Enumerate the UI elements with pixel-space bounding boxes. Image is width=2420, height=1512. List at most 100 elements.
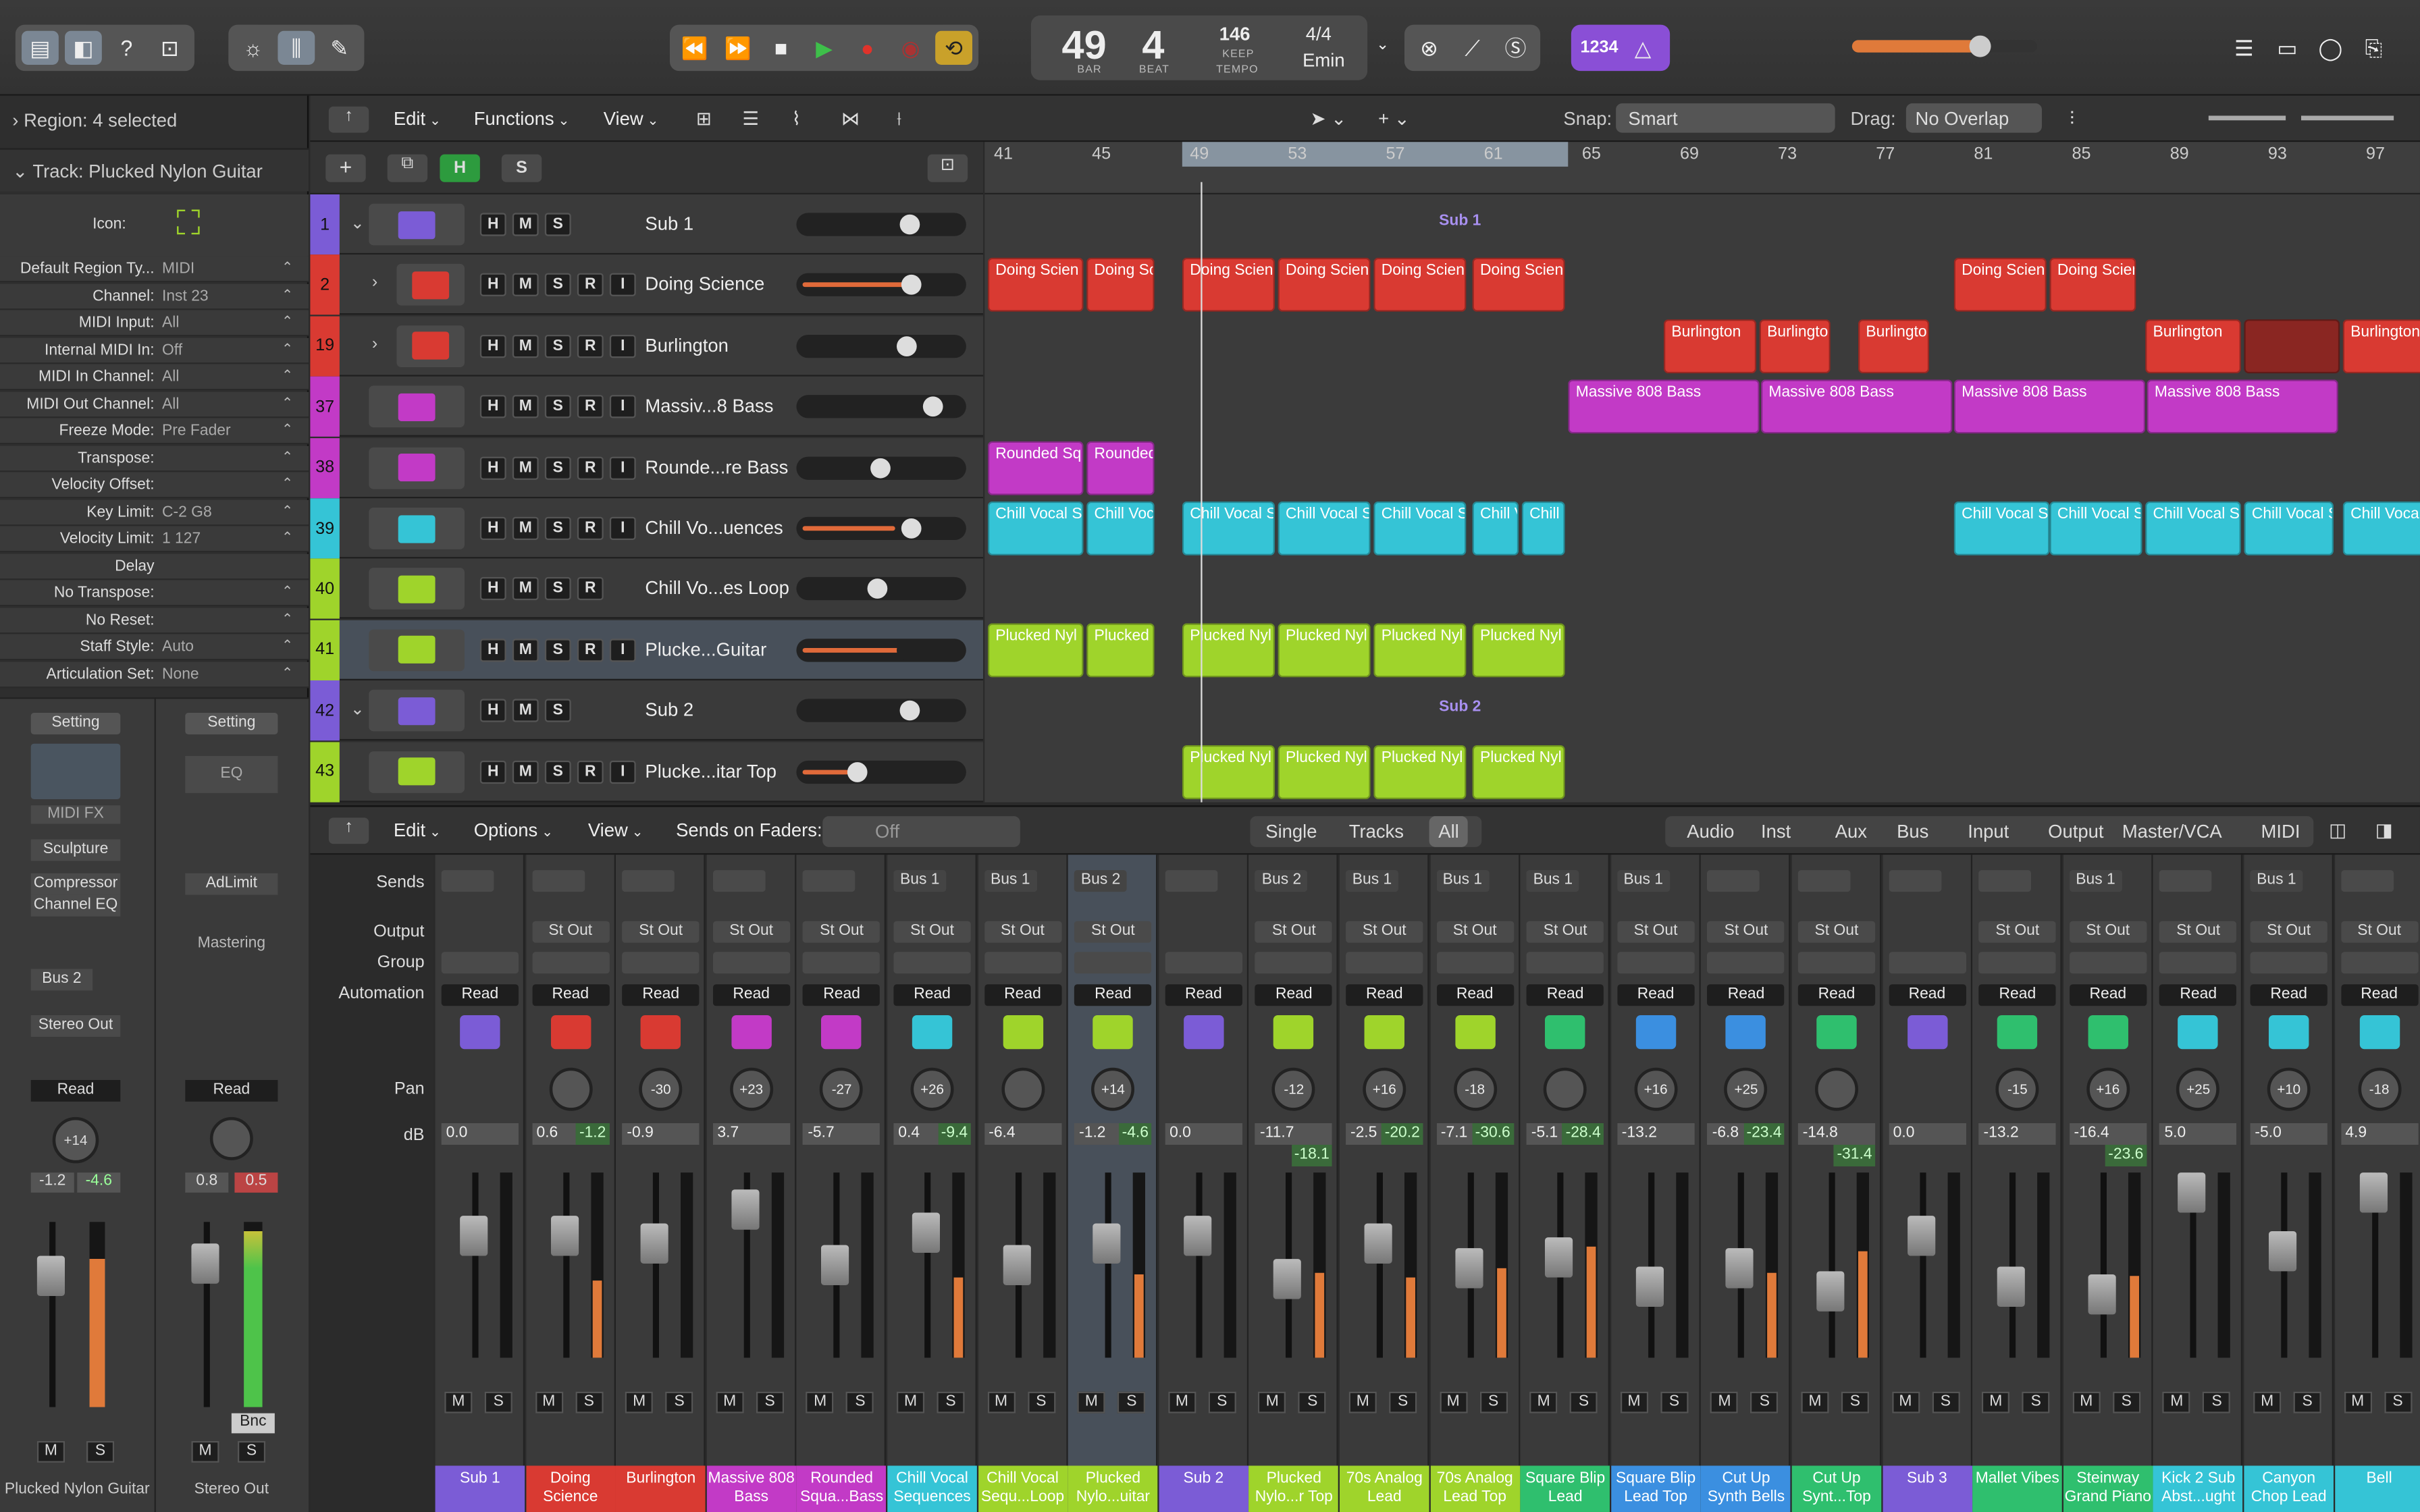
waveform-zoom-icon[interactable]: ⫶: [2070, 108, 2074, 131]
channel-icon[interactable]: [1365, 1015, 1404, 1049]
region[interactable]: Plucked Nyl: [1473, 745, 1565, 799]
group-slot[interactable]: [1798, 952, 1875, 973]
channel-eq-slot[interactable]: Channel EQ: [31, 895, 121, 917]
track-h-button[interactable]: H: [480, 396, 506, 418]
chevron-updown-icon[interactable]: ⌃: [282, 367, 293, 384]
region[interactable]: Plucked Nyl: [1373, 623, 1466, 677]
region[interactable]: Doing Scien: [1278, 259, 1371, 313]
channel-strip[interactable]: St Out Read -27 -5.7 M S Rounded Squa...Bass: [797, 855, 887, 1512]
track-r-button[interactable]: R: [577, 396, 604, 418]
channel-icon[interactable]: [2269, 1015, 2309, 1049]
track-r-button[interactable]: R: [577, 335, 604, 358]
channel-icon[interactable]: [641, 1015, 681, 1049]
pan-knob[interactable]: +23: [730, 1068, 773, 1111]
mixer-icon[interactable]: ⫼: [278, 31, 315, 65]
track-row[interactable]: 19 › H M S R I Burlington: [310, 316, 983, 376]
track-volume-slider[interactable]: [796, 396, 966, 418]
eq-slot[interactable]: [532, 870, 585, 892]
track-volume-slider[interactable]: [796, 639, 966, 662]
track-volume-knob[interactable]: [867, 579, 887, 599]
pan-knob[interactable]: -27: [820, 1068, 864, 1111]
mute-button[interactable]: M: [1710, 1392, 1738, 1413]
track-row[interactable]: 42 ⌄ H M S Sub 2: [310, 680, 983, 740]
track-parameter-row[interactable]: MIDI Input: All ⌃: [0, 310, 309, 336]
channel-icon[interactable]: [2088, 1015, 2128, 1049]
send-slot[interactable]: Bus 1: [1346, 870, 1398, 892]
filter-midi[interactable]: MIDI: [2261, 821, 2300, 842]
solo-button[interactable]: S: [1932, 1392, 1959, 1413]
eq-slot[interactable]: [803, 870, 856, 892]
channel-icon[interactable]: [731, 1015, 771, 1049]
pencil-tool-icon[interactable]: + ⌄: [1378, 108, 1410, 130]
channel-strip[interactable]: St Out Read -14.8 -31.4 M S Cut Up Synt...Top: [1792, 855, 1882, 1512]
automation-mode[interactable]: Read: [1889, 984, 1966, 1006]
track-r-button[interactable]: R: [577, 273, 604, 296]
stop-icon[interactable]: ■: [762, 31, 799, 65]
region[interactable]: Plucked Nyl: [1473, 623, 1565, 677]
region[interactable]: Chill Vocal S: [2049, 502, 2142, 556]
automation-mode[interactable]: Read: [1708, 984, 1785, 1006]
output-slot[interactable]: St Out: [893, 921, 970, 943]
catch-icon[interactable]: ⟊: [897, 108, 901, 131]
track-r-button[interactable]: R: [577, 456, 604, 479]
channel-icon[interactable]: [460, 1015, 500, 1049]
output-slot[interactable]: St Out: [2251, 921, 2327, 943]
mute-button[interactable]: M: [1621, 1392, 1648, 1413]
tuner-icon[interactable]: ⟋: [1454, 31, 1491, 65]
channel-strip[interactable]: Bus 1 St Out Read +16 -13.2 M S Square Blip Lea…: [1611, 855, 1701, 1512]
edit-menu[interactable]: Edit: [394, 108, 441, 130]
track-s-button[interactable]: S: [545, 213, 571, 236]
channel-icon[interactable]: [1545, 1015, 1585, 1049]
solo-button[interactable]: S: [1389, 1392, 1417, 1413]
track-volume-knob[interactable]: [902, 275, 922, 296]
mute-button[interactable]: M: [1440, 1392, 1467, 1413]
toolbar-icon[interactable]: ⊡: [151, 31, 188, 65]
track-volume-slider[interactable]: [796, 213, 966, 236]
send-slot[interactable]: Bus 2: [1074, 870, 1127, 892]
track-r-button[interactable]: R: [577, 517, 604, 540]
automation-mode[interactable]: Read: [893, 984, 970, 1006]
track-parameter-row[interactable]: Staff Style: Auto ⌃: [0, 634, 309, 660]
volume-fader[interactable]: [912, 1213, 940, 1253]
eq-slot[interactable]: [2340, 870, 2393, 892]
duplicate-track-icon[interactable]: ⧉: [388, 155, 427, 182]
track-i-button[interactable]: I: [610, 273, 636, 296]
pan-knob[interactable]: +16: [1363, 1068, 1406, 1111]
track-parameter-row[interactable]: MIDI In Channel: All ⌃: [0, 364, 309, 390]
mute-button[interactable]: M: [1530, 1392, 1558, 1413]
flex-icon[interactable]: ⋈: [841, 108, 860, 130]
channel-icon[interactable]: [1635, 1015, 1675, 1049]
pan-knob[interactable]: -18: [2358, 1068, 2401, 1111]
mute-button[interactable]: M: [2072, 1392, 2100, 1413]
channel-icon[interactable]: [1093, 1015, 1133, 1049]
region[interactable]: Chill Vocal S: [2343, 502, 2420, 556]
channel-icon[interactable]: [1454, 1015, 1494, 1049]
automation-mode[interactable]: Read: [1798, 984, 1875, 1006]
automation-mode[interactable]: Read: [1527, 984, 1604, 1006]
pan-knob[interactable]: +16: [2086, 1068, 2130, 1111]
mute-button[interactable]: M: [444, 1392, 472, 1413]
eq-slot[interactable]: [2160, 870, 2213, 892]
channel-strip[interactable]: St Out Read +25 -6.8 -23.4 M S Cut Up Synth Bel…: [1702, 855, 1791, 1512]
track-h-button[interactable]: H: [480, 578, 506, 601]
channel-strip[interactable]: Bus 1 St Out Read +10 -5.0 M S Canyon Chop Lead: [2244, 855, 2334, 1512]
region[interactable]: Rounded Sq: [1086, 441, 1155, 495]
pan-knob[interactable]: -30: [639, 1068, 683, 1111]
volume-fader[interactable]: [1184, 1216, 1211, 1256]
track-parameter-row[interactable]: Articulation Set: None ⌃: [0, 661, 309, 687]
record-icon[interactable]: ●: [849, 31, 886, 65]
group-slot[interactable]: [1436, 952, 1513, 973]
output-slot[interactable]: St Out: [2340, 921, 2417, 943]
group-slot[interactable]: [1527, 952, 1604, 973]
output-slot[interactable]: St Out: [1074, 921, 1151, 943]
region[interactable]: Chill Vocal S: [1086, 502, 1155, 556]
chevron-updown-icon[interactable]: ⌃: [282, 529, 293, 546]
track-parameter-row[interactable]: Key Limit: C-2 G8 ⌃: [0, 499, 309, 525]
mute-button[interactable]: M: [535, 1392, 562, 1413]
output-slot[interactable]: St Out: [1527, 921, 1604, 943]
mastering-slot[interactable]: Mastering: [185, 935, 278, 953]
volume-knob[interactable]: [1970, 36, 1991, 57]
chevron-updown-icon[interactable]: ⌃: [282, 340, 293, 357]
metronome-icon[interactable]: △: [1625, 31, 1662, 65]
track-s-button[interactable]: S: [545, 517, 571, 540]
